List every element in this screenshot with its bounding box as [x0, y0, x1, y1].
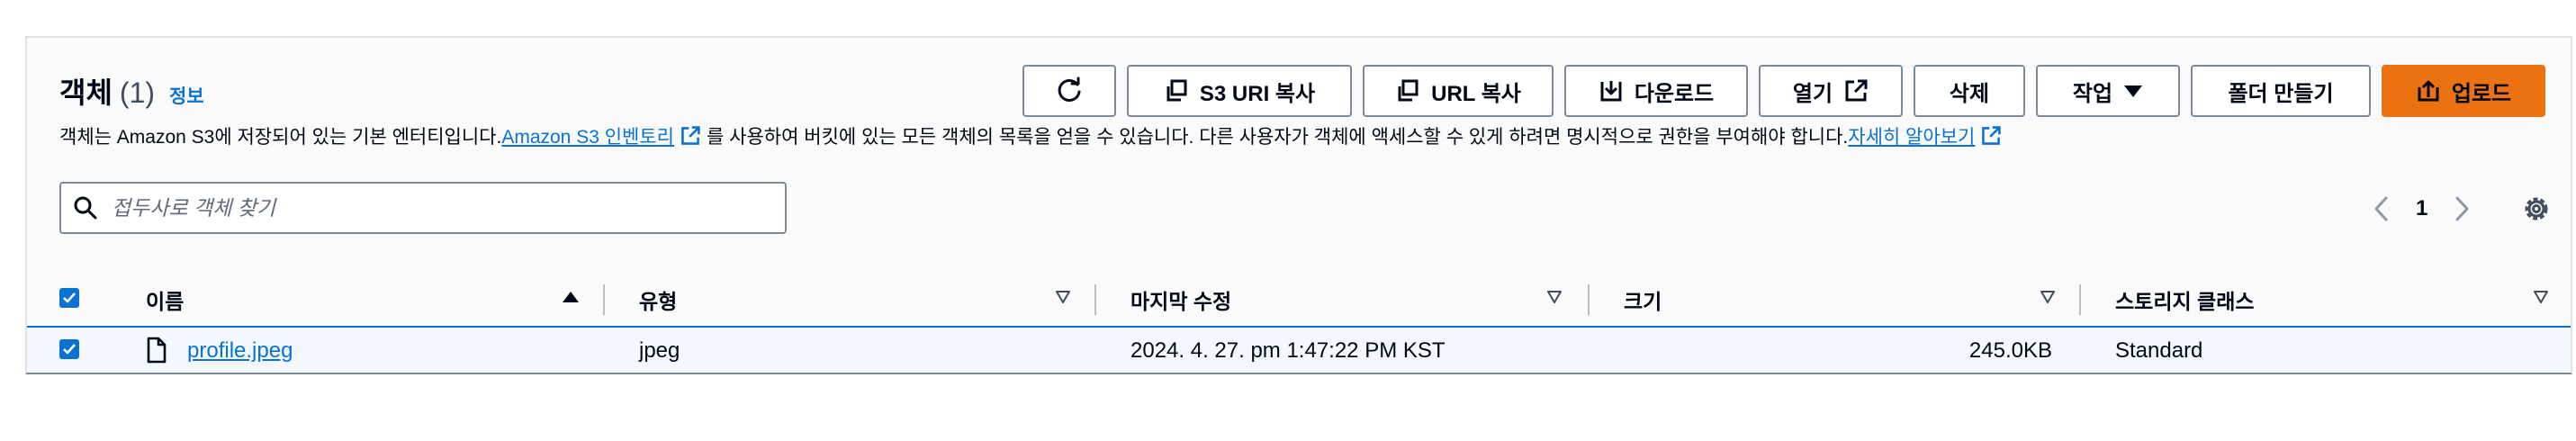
column-divider[interactable] — [1588, 284, 1590, 315]
s3-inventory-link[interactable]: Amazon S3 인벤토리 — [501, 122, 674, 149]
sort-ascending-icon[interactable] — [562, 290, 580, 304]
object-storage-class: Standard — [2115, 338, 2203, 363]
column-divider[interactable] — [2079, 284, 2081, 315]
pagination: 1 — [2371, 189, 2472, 229]
check-icon — [63, 292, 76, 303]
objects-panel: 객체 (1) 정보 S3 URI 복사 URL 복사 다운로드 열기 삭제 작업… — [25, 36, 2572, 374]
select-all-checkbox[interactable] — [59, 288, 79, 308]
refresh-button[interactable] — [1022, 65, 1116, 117]
column-divider[interactable] — [1094, 284, 1096, 315]
copy-url-button[interactable]: URL 복사 — [1363, 65, 1554, 117]
delete-button[interactable]: 삭제 — [1914, 65, 2025, 117]
search-icon — [74, 196, 97, 220]
sort-icon[interactable] — [1546, 290, 1563, 304]
copy-icon — [1166, 79, 1187, 102]
column-header-storage-class[interactable]: 스토리지 클래스 — [2115, 284, 2255, 315]
search-box[interactable] — [59, 182, 787, 234]
download-button[interactable]: 다운로드 — [1564, 65, 1748, 117]
info-link[interactable]: 정보 — [169, 82, 204, 109]
upload-button[interactable]: 업로드 — [2382, 65, 2545, 117]
copy-s3-uri-label: S3 URI 복사 — [1199, 81, 1316, 106]
download-label: 다운로드 — [1634, 81, 1715, 106]
refresh-icon — [1058, 76, 1081, 102]
external-link-icon — [1982, 126, 2002, 145]
copy-s3-uri-button[interactable]: S3 URI 복사 — [1127, 65, 1352, 117]
open-label: 열기 — [1792, 81, 1833, 106]
objects-header: 객체 (1) 정보 — [59, 70, 204, 112]
chevron-right-icon[interactable] — [2451, 194, 2472, 223]
table-header: 이름 유형 마지막 수정 크기 스토리지 클래스 — [27, 277, 2571, 320]
chevron-left-icon[interactable] — [2371, 194, 2392, 223]
file-icon — [147, 337, 167, 364]
check-icon — [63, 344, 76, 355]
external-link-icon — [1845, 79, 1868, 102]
column-divider[interactable] — [603, 284, 605, 315]
copy-icon — [1398, 79, 1419, 102]
current-page[interactable]: 1 — [2416, 196, 2427, 221]
external-link-icon — [681, 126, 700, 145]
sort-icon[interactable] — [1055, 290, 1071, 304]
delete-label: 삭제 — [1949, 81, 1990, 106]
open-button[interactable]: 열기 — [1759, 65, 1903, 117]
table-row[interactable]: profile.jpeg jpeg 2024. 4. 27. pm 1:47:2… — [27, 326, 2571, 373]
object-count: (1) — [119, 76, 155, 109]
settings-icon[interactable] — [2522, 194, 2551, 223]
column-header-last-modified[interactable]: 마지막 수정 — [1130, 284, 1231, 315]
learn-more-link[interactable]: 자세히 알아보기 — [1848, 122, 1975, 149]
row-checkbox[interactable] — [59, 339, 79, 359]
description-text-1: 객체는 Amazon S3에 저장되어 있는 기본 엔터티입니다. — [59, 127, 502, 148]
column-header-size[interactable]: 크기 — [1624, 284, 1662, 315]
column-header-name[interactable]: 이름 — [146, 284, 184, 315]
objects-description: 객체는 Amazon S3에 저장되어 있는 기본 엔터티입니다. Amazon… — [59, 122, 2490, 149]
actions-label: 작업 — [2072, 81, 2113, 106]
create-folder-button[interactable]: 폴더 만들기 — [2191, 65, 2371, 117]
object-size: 245.0KB — [1968, 338, 2052, 363]
create-folder-label: 폴더 만들기 — [2228, 81, 2334, 106]
search-input[interactable] — [110, 194, 743, 221]
caret-down-icon — [2124, 86, 2143, 97]
sort-icon[interactable] — [2533, 290, 2549, 304]
column-header-type[interactable]: 유형 — [639, 284, 677, 315]
page-title: 객체 — [59, 76, 113, 109]
object-type: jpeg — [639, 338, 680, 363]
object-last-modified: 2024. 4. 27. pm 1:47:22 PM KST — [1130, 338, 1446, 363]
sort-icon[interactable] — [2040, 290, 2056, 304]
description-text-2: 를 사용하여 버킷에 있는 모든 객체의 목록을 얻을 수 있습니다. 다른 사… — [707, 127, 1849, 148]
upload-label: 업로드 — [2451, 81, 2512, 106]
object-name-link[interactable]: profile.jpeg — [187, 338, 293, 364]
download-icon — [1600, 81, 1622, 102]
actions-dropdown[interactable]: 작업 — [2036, 65, 2180, 117]
upload-icon — [2418, 80, 2439, 102]
copy-url-label: URL 복사 — [1431, 81, 1521, 106]
